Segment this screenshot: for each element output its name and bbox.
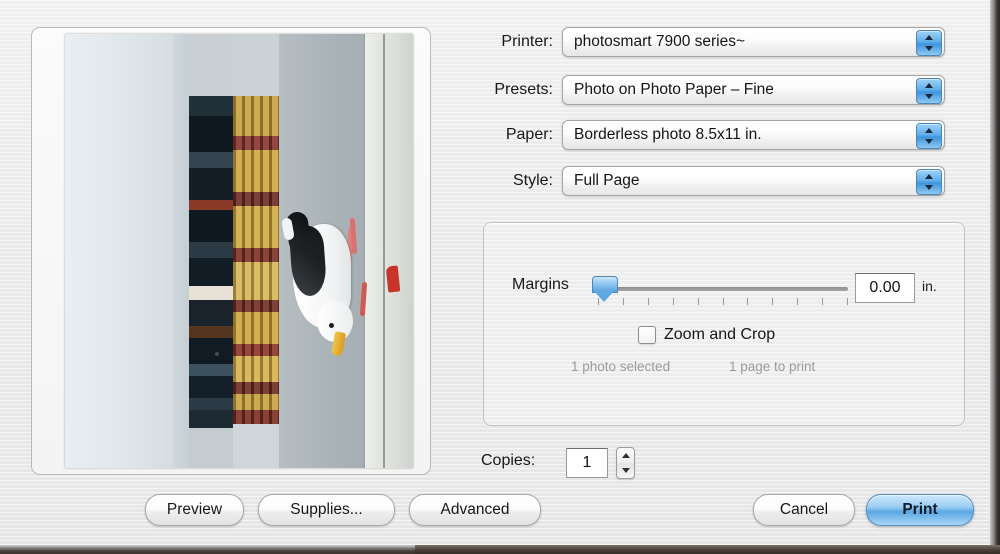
photo-red-object <box>385 265 401 293</box>
slider-tick <box>623 298 624 305</box>
pages-to-print-status: 1 page to print <box>729 359 816 374</box>
presets-popup-button[interactable]: Photo on Photo Paper – Fine <box>562 75 945 105</box>
style-popup-value: Full Page <box>574 172 640 189</box>
zoom-and-crop-checkbox-row[interactable]: Zoom and Crop <box>638 326 775 344</box>
paper-popup-button[interactable]: Borderless photo 8.5x11 in. <box>562 120 945 150</box>
margins-label: Margins <box>512 276 569 293</box>
slider-tick <box>698 298 699 305</box>
printer-popup-button[interactable]: photosmart 7900 series~ <box>562 27 945 57</box>
printer-popup-value: photosmart 7900 series~ <box>574 33 746 50</box>
margins-unit-label: in. <box>922 278 937 294</box>
paper-row: Paper: Borderless photo 8.5x11 in. <box>360 120 945 150</box>
zoom-and-crop-label: Zoom and Crop <box>664 326 776 343</box>
slider-tick <box>747 298 748 305</box>
slider-tick <box>723 298 724 305</box>
style-label: Style: <box>512 172 553 189</box>
slider-tick <box>847 298 848 305</box>
margins-slider-track[interactable] <box>598 287 848 291</box>
margins-slider-thumb[interactable] <box>592 276 618 302</box>
supplies-button[interactable]: Supplies... <box>258 494 395 526</box>
slider-tick <box>648 298 649 305</box>
slider-tick <box>772 298 773 305</box>
copies-value-text: 1 <box>582 454 592 471</box>
photos-selected-status: 1 photo selected <box>571 359 671 374</box>
printer-row: Printer: photosmart 7900 series~ <box>360 27 945 57</box>
window-edge-bottom <box>0 545 1000 554</box>
presets-popup-value: Photo on Photo Paper – Fine <box>574 81 774 98</box>
margins-value-text: 0.00 <box>869 279 901 296</box>
cancel-button-label: Cancel <box>779 501 829 518</box>
advanced-button[interactable]: Advanced <box>409 494 541 526</box>
preview-button-label: Preview <box>166 501 223 518</box>
chevron-updown-icon[interactable] <box>916 30 942 56</box>
slider-tick <box>673 298 674 305</box>
cancel-button[interactable]: Cancel <box>753 494 855 526</box>
style-row: Style: Full Page <box>360 166 945 196</box>
zoom-and-crop-checkbox[interactable] <box>638 326 656 344</box>
preview-button[interactable]: Preview <box>145 494 244 526</box>
window-edge-right <box>990 0 1000 554</box>
photo-sky <box>65 34 185 468</box>
slider-tick <box>822 298 823 305</box>
chevron-updown-icon[interactable] <box>916 123 942 149</box>
copies-input[interactable]: 1 <box>566 448 608 478</box>
print-button[interactable]: Print <box>866 494 974 526</box>
layout-options-group <box>483 222 965 426</box>
style-popup-button[interactable]: Full Page <box>562 166 945 196</box>
copies-stepper[interactable] <box>616 447 635 479</box>
slider-tick <box>797 298 798 305</box>
margins-value-field[interactable]: 0.00 <box>855 273 915 303</box>
advanced-button-label: Advanced <box>440 501 510 518</box>
print-dialog: Printer: photosmart 7900 series~ Presets… <box>0 0 990 545</box>
margins-slider-ticks <box>598 298 848 305</box>
supplies-button-label: Supplies... <box>290 501 363 518</box>
print-button-label: Print <box>902 501 938 518</box>
chevron-updown-icon[interactable] <box>916 78 942 104</box>
photo-gull-eye <box>329 323 334 328</box>
presets-row: Presets: Photo on Photo Paper – Fine <box>360 75 945 105</box>
presets-label: Presets: <box>494 81 553 98</box>
printer-label: Printer: <box>501 33 553 50</box>
paper-label: Paper: <box>505 126 553 143</box>
chevron-updown-icon[interactable] <box>916 169 942 195</box>
paper-popup-value: Borderless photo 8.5x11 in. <box>574 126 762 143</box>
copies-label: Copies: <box>481 452 536 469</box>
photo-distant-speck <box>215 352 219 356</box>
